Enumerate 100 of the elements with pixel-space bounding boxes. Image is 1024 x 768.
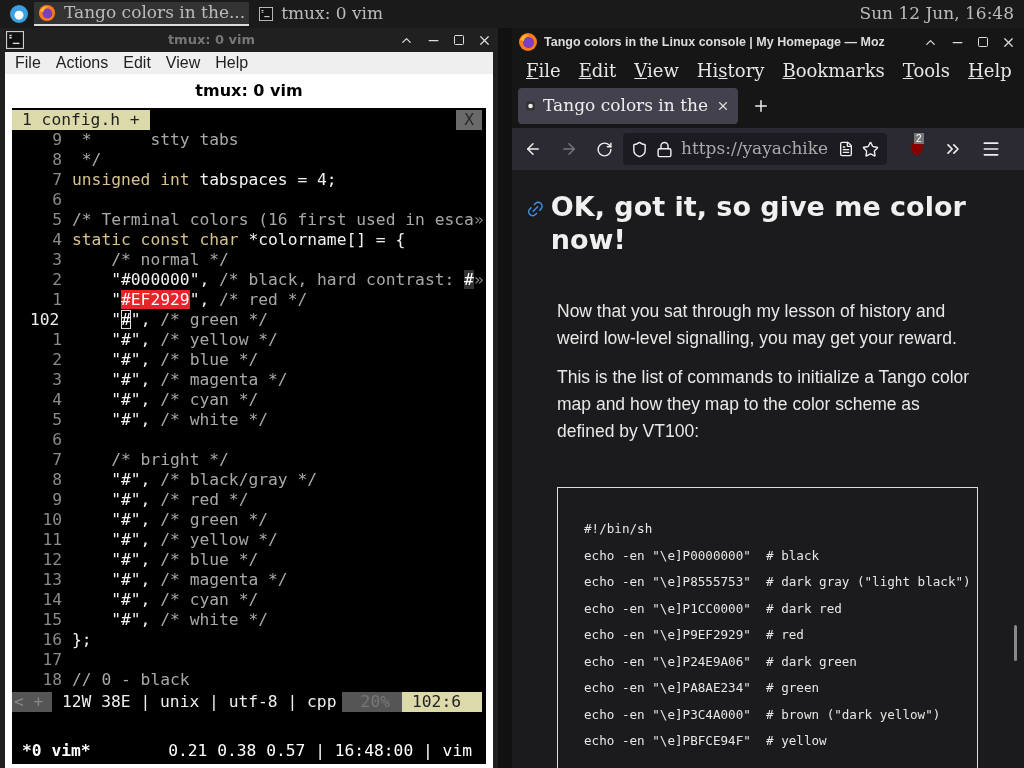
code-line: /* bright */ bbox=[110, 450, 229, 470]
code-line: /* normal */ bbox=[110, 250, 229, 270]
code-line: "#", /* green */ bbox=[110, 510, 269, 530]
line-number: 4 bbox=[51, 390, 62, 410]
line-number: 18 bbox=[41, 670, 62, 690]
paragraph: Now that you sat through my lesson of history and weird low-level signalling, you may get your reward. bbox=[557, 300, 958, 350]
code-line: "#000000", /* black, hard contrast: #» bbox=[110, 270, 484, 290]
forward-icon[interactable] bbox=[560, 140, 578, 158]
code-line: static const char *colorname[] = { bbox=[72, 230, 406, 250]
close-icon[interactable] bbox=[716, 99, 730, 113]
code-line: "#", /* magenta */ bbox=[110, 370, 288, 390]
browser-tab[interactable]: Tango colors in the bbox=[518, 88, 738, 124]
code-line: "#", /* cyan */ bbox=[110, 590, 259, 610]
line-number: 1 bbox=[51, 290, 62, 310]
tmux-window[interactable]: *0 vim* bbox=[12, 741, 91, 761]
line-number: 3 bbox=[51, 370, 62, 390]
code-line: "#", /* white */ bbox=[110, 610, 269, 630]
app-menu-icon[interactable] bbox=[10, 5, 28, 23]
address-bar[interactable]: https://yayachike bbox=[623, 133, 887, 165]
clock: Sun 12 Jun, 16:48 bbox=[859, 2, 1014, 26]
code-line: }; bbox=[72, 630, 92, 650]
line-number: 8 bbox=[51, 150, 62, 170]
code-line: "#", /* blue */ bbox=[110, 550, 259, 570]
line-number: 17 bbox=[41, 650, 62, 670]
taskbar-task[interactable]: Tango colors in the... bbox=[34, 2, 250, 26]
code-line: "#", /* magenta */ bbox=[110, 570, 288, 590]
line-number: 9 bbox=[51, 130, 62, 150]
taskbar-task[interactable]: tmux: 0 vim bbox=[255, 2, 388, 26]
favicon-icon bbox=[526, 101, 536, 111]
code-line: "#", /* yellow */ bbox=[110, 330, 278, 350]
menu-item[interactable]: File bbox=[15, 51, 41, 75]
back-icon[interactable] bbox=[524, 140, 542, 158]
code-line: * stty tabs bbox=[80, 130, 239, 150]
lock-icon bbox=[656, 140, 673, 158]
line-number: 9 bbox=[51, 490, 62, 510]
shield-icon bbox=[631, 140, 648, 158]
line-number: 4 bbox=[51, 230, 62, 250]
paragraph: This is the list of commands to initialize a Tango color map and how they map to the color scheme as defined by VT100: bbox=[557, 366, 971, 443]
menu-icon[interactable] bbox=[981, 139, 1001, 159]
line-number: 6 bbox=[51, 430, 62, 450]
maximize-icon[interactable] bbox=[453, 34, 465, 46]
menu-item[interactable]: Bookmarks bbox=[782, 56, 885, 84]
reader-icon[interactable] bbox=[838, 141, 854, 157]
file-info: 12W 38E | unix | utf-8 | cpp bbox=[61, 692, 338, 712]
code-line: "#", /* green */ bbox=[110, 310, 269, 330]
code-line: "#", /* red */ bbox=[110, 490, 249, 510]
code-line: "#", /* cyan */ bbox=[110, 390, 259, 410]
terminal-icon bbox=[259, 7, 274, 21]
menu-item[interactable]: Edit bbox=[123, 51, 151, 75]
new-tab-icon[interactable] bbox=[752, 97, 770, 115]
line-number: 5 bbox=[51, 410, 62, 430]
menu-item[interactable]: Actions bbox=[55, 51, 109, 75]
vim-tab[interactable]: 1 config.h + bbox=[12, 110, 150, 130]
code-line: "#", /* yellow */ bbox=[110, 530, 278, 550]
menu-item[interactable]: File bbox=[526, 56, 561, 84]
line-number: 14 bbox=[41, 590, 62, 610]
line-number: 3 bbox=[51, 250, 62, 270]
menu-item[interactable]: Help bbox=[215, 51, 249, 75]
line-number: 5 bbox=[51, 210, 62, 230]
line-number: 12 bbox=[41, 550, 62, 570]
line-number: 102 bbox=[29, 310, 61, 330]
menu-item[interactable]: Tools bbox=[902, 56, 951, 84]
terminal-tab[interactable]: tmux: 0 vim bbox=[195, 79, 303, 103]
line-number: 7 bbox=[51, 450, 62, 470]
code-line: unsigned int tabspaces = 4; bbox=[72, 170, 337, 190]
shield-extension-icon[interactable] bbox=[909, 141, 925, 157]
code-line: "#", /* blue */ bbox=[110, 350, 259, 370]
line-number: 1 bbox=[51, 330, 62, 350]
line-number: 16 bbox=[41, 630, 62, 650]
menu-item[interactable]: Help bbox=[968, 56, 1012, 84]
line-number: 13 bbox=[41, 570, 62, 590]
bookmark-star-icon[interactable] bbox=[862, 140, 879, 158]
line-number: 11 bbox=[41, 530, 62, 550]
browser-icon bbox=[518, 32, 538, 52]
vim-mode: < + bbox=[12, 692, 52, 712]
terminal-icon bbox=[6, 31, 24, 49]
menu-item[interactable]: Edit bbox=[578, 56, 617, 84]
code-block: #!/bin/sh echo -en "\e]P0000000" # black echo -en "\e]P8555753" # dark gray ("light black") echo -en "\e]P1CC0000" # dark red echo -en "\e]P9EF2929" # red echo -en "\e]P24E9A06" # dark green echo -en "\e]PA8AE234" # green echo -en "\e]P3C4A000" # brown ("dark yellow") echo -en "\e]PBFCE94F" # yellow bbox=[557, 487, 978, 768]
code-line: // 0 - black bbox=[72, 670, 190, 690]
menu-item[interactable]: View bbox=[165, 51, 201, 75]
tmux-status: 0.21 0.38 0.57 | 16:48:00 | vim bbox=[168, 741, 473, 761]
code-line: "#", /* white */ bbox=[110, 410, 269, 430]
line-number: 6 bbox=[51, 190, 62, 210]
extension-badge: 2 bbox=[914, 133, 924, 144]
line-number: 15 bbox=[41, 610, 62, 630]
line-number: 10 bbox=[41, 510, 62, 530]
code-line: /* Terminal colors (16 first used in esca» bbox=[72, 210, 484, 230]
line-number: 2 bbox=[51, 270, 62, 290]
window-title: Tango colors in the Linux console | My Homepage — Moz bbox=[544, 33, 886, 51]
scrollbar-thumb[interactable] bbox=[1014, 625, 1017, 661]
code-line: */ bbox=[80, 150, 102, 170]
code-line: "#EF2929", /* red */ bbox=[110, 290, 308, 310]
cursor-position: 102:6 bbox=[402, 692, 482, 712]
menu-item[interactable]: History bbox=[696, 56, 765, 84]
reload-icon[interactable] bbox=[596, 140, 613, 158]
line-number: 8 bbox=[51, 470, 62, 490]
section-heading: OK, got it, so give me color now! bbox=[550, 190, 967, 256]
window-title: tmux: 0 vim bbox=[166, 31, 257, 50]
menu-item[interactable]: View bbox=[634, 56, 679, 84]
maximize-icon[interactable] bbox=[977, 36, 989, 48]
